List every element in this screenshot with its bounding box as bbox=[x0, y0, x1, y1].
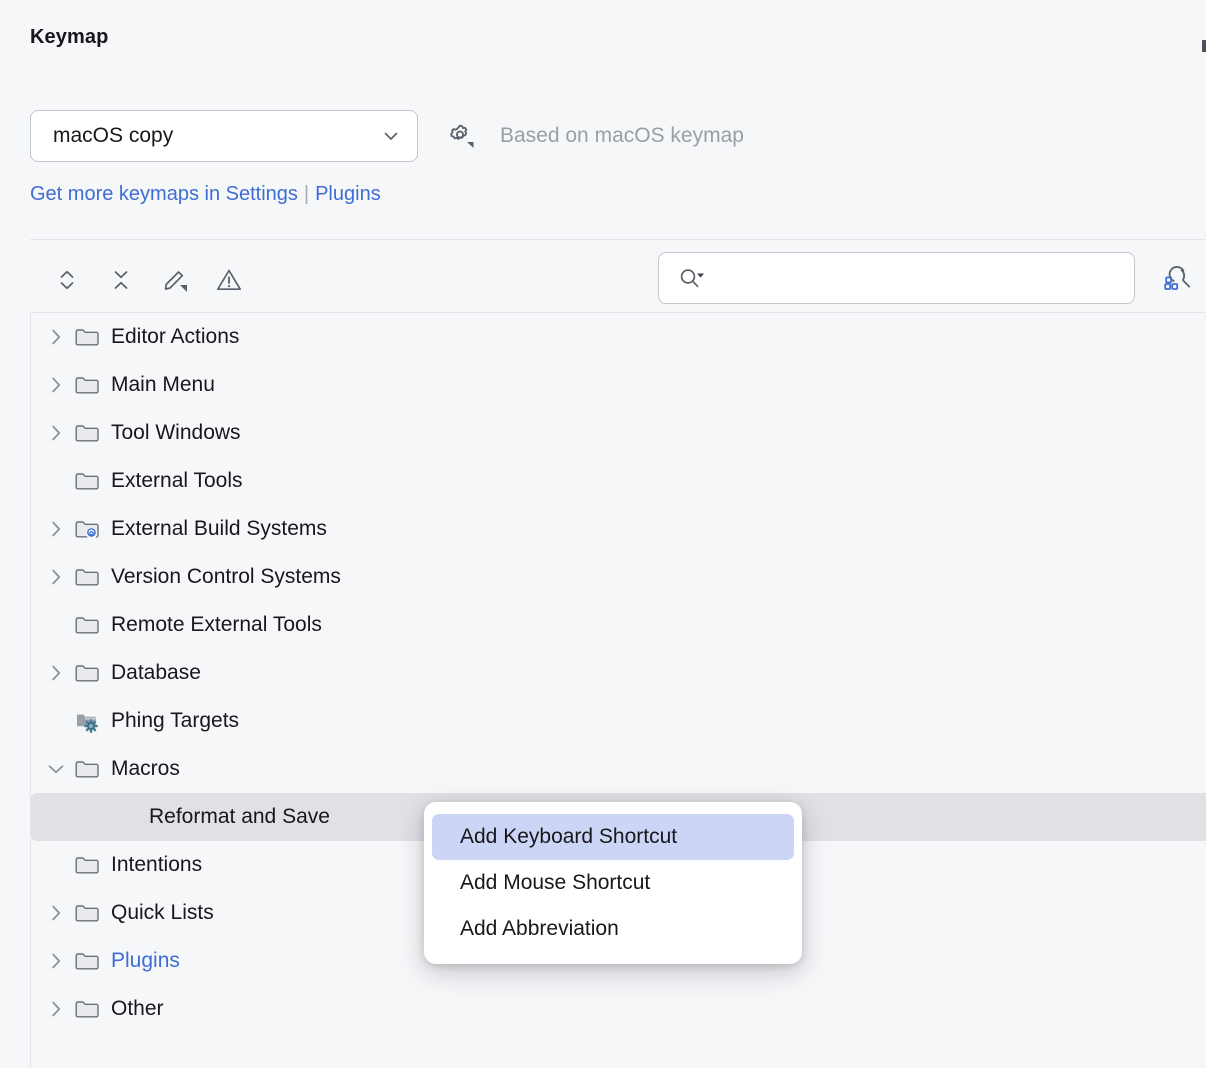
shortcut-context-menu[interactable]: Add Keyboard ShortcutAdd Mouse ShortcutA… bbox=[424, 802, 802, 964]
chevron-right-icon[interactable] bbox=[43, 900, 69, 926]
get-more-keymaps-link[interactable]: Get more keymaps in Settings bbox=[30, 183, 298, 205]
expand-all-button[interactable] bbox=[48, 261, 86, 299]
search-input[interactable] bbox=[707, 253, 1134, 303]
tree-row-label: Remote External Tools bbox=[111, 613, 322, 637]
page-title: Keymap bbox=[30, 26, 108, 49]
chevron-down-icon bbox=[381, 126, 401, 146]
find-by-shortcut-button[interactable] bbox=[1157, 258, 1199, 298]
folder-icon bbox=[73, 948, 101, 974]
plugins-link[interactable]: Plugins bbox=[315, 183, 381, 205]
tree-row-label: Version Control Systems bbox=[111, 565, 341, 589]
tree-row-label: Plugins bbox=[111, 949, 180, 973]
keymap-links-row: Get more keymaps in Settings | Plugins bbox=[30, 183, 381, 206]
tree-row[interactable]: Macros bbox=[31, 745, 1206, 793]
chevron-right-icon[interactable] bbox=[43, 564, 69, 590]
keymap-combobox[interactable]: macOS copy bbox=[30, 110, 418, 162]
tree-row-label: Quick Lists bbox=[111, 901, 214, 925]
chevron-right-icon[interactable] bbox=[43, 516, 69, 542]
folder-icon bbox=[73, 468, 101, 494]
tree-row[interactable]: Database bbox=[31, 649, 1206, 697]
tree-row[interactable]: Editor Actions bbox=[31, 313, 1206, 361]
keymap-settings-page: Keymap macOS copy Based on macOS keymap … bbox=[0, 0, 1206, 1068]
folder-icon bbox=[73, 756, 101, 782]
collapse-all-button[interactable] bbox=[102, 261, 140, 299]
expand-all-icon bbox=[54, 267, 80, 293]
tree-row[interactable]: External Tools bbox=[31, 457, 1206, 505]
folder-icon bbox=[73, 900, 101, 926]
folder-icon bbox=[73, 612, 101, 638]
keymap-selector-row: macOS copy Based on macOS keymap bbox=[30, 110, 744, 162]
tree-row[interactable]: Tool Windows bbox=[31, 409, 1206, 457]
tree-row-label: Main Menu bbox=[111, 373, 215, 397]
warning-triangle-icon bbox=[215, 266, 243, 294]
edit-shortcut-button[interactable] bbox=[156, 261, 194, 299]
context-menu-item[interactable]: Add Abbreviation bbox=[432, 906, 794, 952]
find-by-shortcut-icon bbox=[1161, 262, 1195, 294]
folder-icon bbox=[73, 420, 101, 446]
tree-row[interactable]: Phing Targets bbox=[31, 697, 1206, 745]
chevron-down-icon[interactable] bbox=[43, 756, 69, 782]
tree-row-label: Intentions bbox=[111, 853, 202, 877]
chevron-right-icon[interactable] bbox=[43, 372, 69, 398]
top-right-cut-off-element[interactable] bbox=[1202, 40, 1206, 52]
folder-gear-icon bbox=[73, 516, 101, 542]
tree-row-label: External Build Systems bbox=[111, 517, 327, 541]
tree-row-label: Macros bbox=[111, 757, 180, 781]
gear-icon bbox=[444, 120, 476, 152]
section-divider bbox=[30, 239, 1206, 240]
tree-row[interactable]: Remote External Tools bbox=[31, 601, 1206, 649]
tree-row-label: External Tools bbox=[111, 469, 243, 493]
tree-row-label: Other bbox=[111, 997, 164, 1021]
tree-row[interactable]: Main Menu bbox=[31, 361, 1206, 409]
search-dropdown-icon[interactable] bbox=[677, 265, 707, 291]
search-box[interactable] bbox=[658, 252, 1135, 304]
tree-row-label: Reformat and Save bbox=[149, 805, 330, 829]
tree-row-label: Tool Windows bbox=[111, 421, 241, 445]
folder-icon bbox=[73, 996, 101, 1022]
link-separator: | bbox=[304, 183, 309, 205]
tree-row[interactable]: Version Control Systems bbox=[31, 553, 1206, 601]
chevron-right-icon[interactable] bbox=[43, 324, 69, 350]
tree-row[interactable]: External Build Systems bbox=[31, 505, 1206, 553]
folder-icon bbox=[73, 564, 101, 590]
phing-folder-icon bbox=[73, 708, 101, 734]
chevron-right-icon[interactable] bbox=[43, 660, 69, 686]
based-on-keymap-text: Based on macOS keymap bbox=[500, 124, 744, 148]
chevron-right-icon[interactable] bbox=[43, 420, 69, 446]
tree-row[interactable]: Other bbox=[31, 985, 1206, 1033]
pencil-dropdown-icon bbox=[161, 266, 189, 294]
context-menu-item[interactable]: Add Keyboard Shortcut bbox=[432, 814, 794, 860]
find-conflicts-button[interactable] bbox=[210, 261, 248, 299]
keymap-combobox-value: macOS copy bbox=[53, 124, 381, 148]
context-menu-item[interactable]: Add Mouse Shortcut bbox=[432, 860, 794, 906]
folder-icon bbox=[73, 324, 101, 350]
tree-row-label: Database bbox=[111, 661, 201, 685]
collapse-all-icon bbox=[108, 267, 134, 293]
folder-icon bbox=[73, 852, 101, 878]
tree-row-label: Phing Targets bbox=[111, 709, 239, 733]
folder-icon bbox=[73, 660, 101, 686]
tree-row-label: Editor Actions bbox=[111, 325, 239, 349]
toolbar-button-group bbox=[48, 261, 248, 299]
folder-icon bbox=[73, 372, 101, 398]
chevron-right-icon[interactable] bbox=[43, 948, 69, 974]
chevron-right-icon[interactable] bbox=[43, 996, 69, 1022]
keymap-settings-gear-button[interactable] bbox=[440, 116, 480, 156]
